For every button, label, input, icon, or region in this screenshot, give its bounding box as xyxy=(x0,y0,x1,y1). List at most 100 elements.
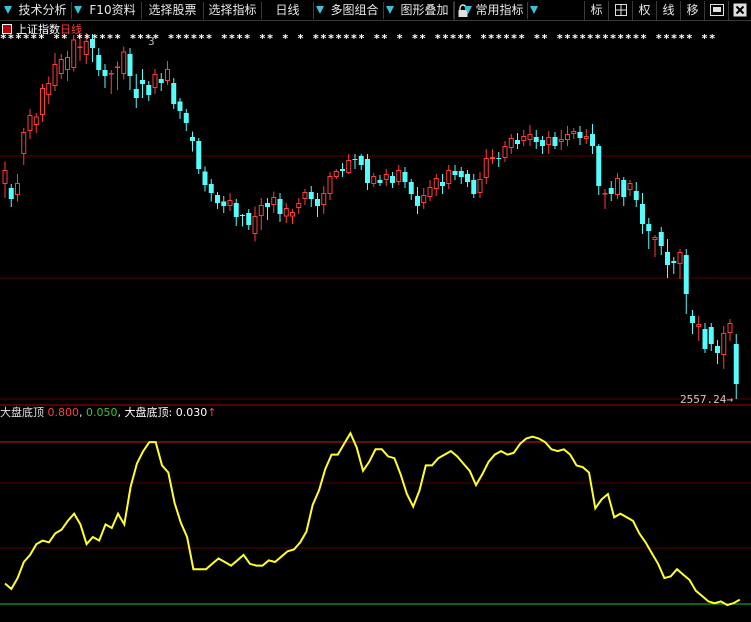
last-price-label: 2557.24→ xyxy=(680,393,733,406)
period-dropdown[interactable] xyxy=(314,2,326,19)
candle xyxy=(346,154,352,174)
candle xyxy=(696,316,702,341)
candle xyxy=(183,109,189,131)
candle xyxy=(402,167,408,188)
close-icon xyxy=(733,3,747,17)
candle xyxy=(658,227,664,255)
tab-multi-chart[interactable]: 多图组合 xyxy=(326,2,384,19)
indicator-param-1: 0.800 xyxy=(47,406,80,419)
chevron-down-icon xyxy=(386,6,394,14)
param-separator: , xyxy=(79,406,83,419)
indicator-value-label: 大盘底顶: xyxy=(124,406,173,419)
candle xyxy=(252,206,258,242)
candle xyxy=(233,199,239,226)
candle xyxy=(421,188,427,209)
candle xyxy=(452,165,458,180)
common-indicators-dropdown[interactable] xyxy=(528,2,540,19)
candle xyxy=(502,141,508,162)
candle xyxy=(596,144,602,195)
candle xyxy=(46,76,52,104)
candle xyxy=(671,257,677,274)
candle xyxy=(440,174,445,194)
indicator-value: 0.030 xyxy=(175,406,208,419)
candle xyxy=(33,113,39,133)
candle xyxy=(240,214,245,227)
candle xyxy=(133,74,139,108)
candle xyxy=(633,182,639,207)
candle xyxy=(283,203,289,223)
candle xyxy=(158,73,164,91)
high-price-label: 3 xyxy=(148,35,155,48)
arrow-right-icon: → xyxy=(726,393,733,406)
tab-overlay[interactable]: 图形叠加 xyxy=(396,2,454,19)
tab-period-daily[interactable]: 日线 xyxy=(262,2,314,19)
last-price-value: 2557.24 xyxy=(680,393,727,406)
candle xyxy=(721,326,727,369)
window-icon xyxy=(709,4,724,16)
close-button[interactable] xyxy=(728,1,751,20)
toolbar-menu-dropdown[interactable] xyxy=(2,2,14,19)
tab-technical-analysis[interactable]: 技术分析 xyxy=(14,2,72,19)
candle xyxy=(533,130,539,149)
tab-f10[interactable]: F10资料 xyxy=(84,2,142,19)
candle xyxy=(315,193,320,217)
line-button[interactable]: 线 xyxy=(656,1,680,20)
candle xyxy=(652,235,658,257)
tab-select-stock[interactable]: 选择股票 xyxy=(142,2,204,19)
candle xyxy=(340,163,345,177)
candle xyxy=(733,334,739,399)
candle xyxy=(165,61,170,85)
candle xyxy=(321,186,327,214)
candle xyxy=(152,69,158,94)
candle xyxy=(358,154,364,170)
candle xyxy=(708,323,714,351)
param-separator: , xyxy=(117,406,122,419)
candle xyxy=(565,126,570,146)
indicator-name: 大盘底顶 xyxy=(0,406,44,419)
candle xyxy=(558,130,564,150)
chart-area[interactable] xyxy=(0,21,751,622)
signal-stars: ****** ** ****** **** ****** **** ** * *… xyxy=(0,32,717,45)
move-button[interactable]: 移 xyxy=(680,1,704,20)
candle xyxy=(277,193,283,222)
window-button[interactable] xyxy=(704,1,728,20)
candle xyxy=(627,180,633,196)
candle xyxy=(715,340,720,364)
candle xyxy=(408,179,414,200)
candle xyxy=(265,198,270,220)
candle xyxy=(690,310,695,334)
arrow-up-icon: ↑ xyxy=(207,406,217,419)
candle xyxy=(21,128,27,165)
candle xyxy=(290,209,295,224)
candle xyxy=(458,167,464,184)
candle xyxy=(271,191,277,213)
candle xyxy=(602,189,608,209)
tab-select-indicator[interactable]: 选择指标 xyxy=(204,2,262,19)
candle xyxy=(471,174,477,198)
candle xyxy=(483,149,489,184)
mark-button[interactable]: 标 xyxy=(584,1,608,20)
rights-button[interactable]: 权 xyxy=(632,1,656,20)
candle xyxy=(371,173,377,187)
indicator-series xyxy=(4,431,741,607)
candle xyxy=(427,180,433,201)
tab-common-indicators[interactable]: 常用指标 xyxy=(472,2,528,19)
technical-analysis-dropdown[interactable] xyxy=(72,2,84,19)
candle xyxy=(646,218,652,249)
candle xyxy=(415,187,420,214)
candle xyxy=(727,319,733,341)
grid-button[interactable] xyxy=(608,1,632,20)
candle xyxy=(208,179,214,202)
candle xyxy=(308,186,314,207)
candle xyxy=(58,54,64,79)
candle xyxy=(390,172,395,188)
multi-chart-dropdown[interactable] xyxy=(384,2,396,19)
candle xyxy=(8,184,14,207)
candle xyxy=(296,198,302,214)
candle xyxy=(171,78,177,109)
candle xyxy=(383,169,389,186)
candle xyxy=(665,239,670,278)
candle xyxy=(702,323,708,353)
candle xyxy=(577,126,583,145)
candle xyxy=(108,70,114,94)
